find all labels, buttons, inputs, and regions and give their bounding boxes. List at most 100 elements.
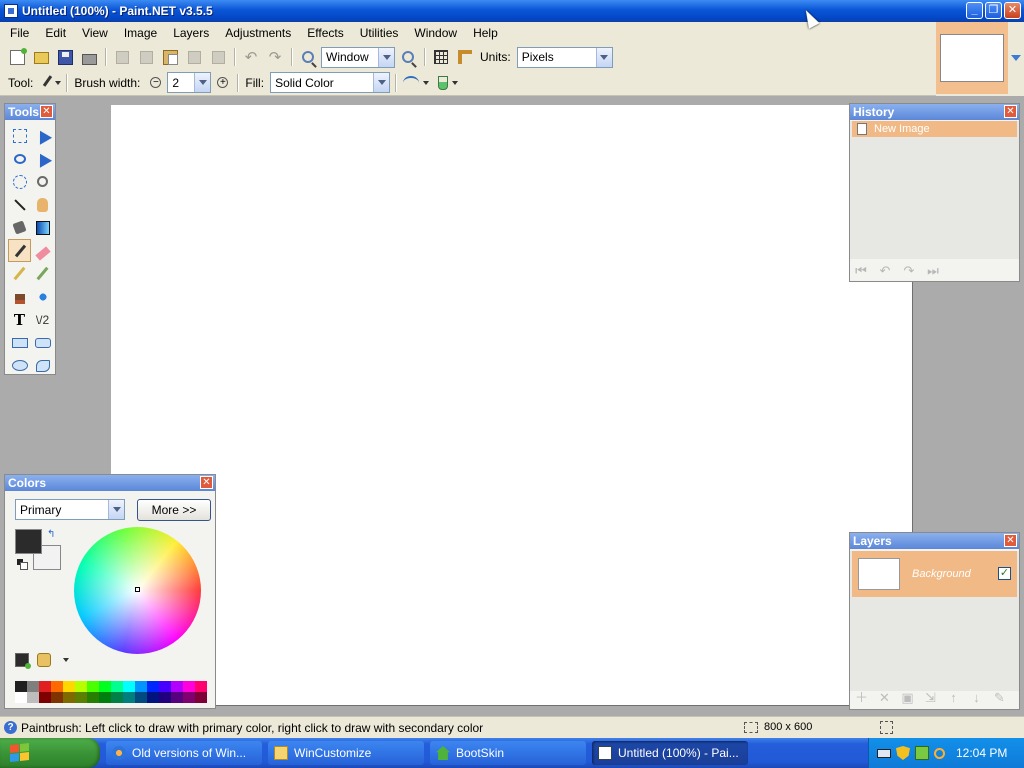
start-button[interactable]	[0, 738, 100, 768]
palette-color-swatch[interactable]	[87, 692, 99, 703]
copy-button[interactable]	[135, 46, 157, 68]
add-to-palette-icon[interactable]	[15, 653, 31, 669]
tool-recolor[interactable]	[31, 285, 54, 308]
palette-color-swatch[interactable]	[75, 692, 87, 703]
chevron-down-icon[interactable]	[194, 73, 211, 92]
tool-rect-select[interactable]	[8, 124, 31, 147]
chevron-down-icon[interactable]	[595, 47, 612, 67]
palette-menu-icon[interactable]	[37, 653, 51, 667]
grid-toggle[interactable]	[430, 46, 452, 68]
add-layer-icon[interactable]: ＋	[854, 690, 869, 705]
move-layer-down-icon[interactable]: ↓	[969, 690, 984, 705]
undo-button[interactable]: ↶	[240, 46, 262, 68]
palette-color-swatch[interactable]	[195, 681, 207, 692]
palette-color-swatch[interactable]	[171, 692, 183, 703]
tool-magic-wand[interactable]	[8, 193, 31, 216]
save-button[interactable]	[54, 46, 76, 68]
palette-color-swatch[interactable]	[135, 681, 147, 692]
duplicate-layer-icon[interactable]: ▣	[900, 690, 915, 705]
menu-image[interactable]: Image	[116, 23, 165, 43]
security-shield-icon[interactable]	[896, 746, 910, 760]
menu-file[interactable]: File	[2, 23, 37, 43]
network-icon[interactable]	[915, 746, 929, 760]
fill-combo[interactable]: Solid Color	[270, 72, 391, 93]
zoom-combo[interactable]: Window	[321, 46, 395, 68]
chevron-down-icon[interactable]	[373, 73, 390, 92]
history-panel-close-button[interactable]: ✕	[1004, 105, 1017, 118]
tool-move[interactable]	[31, 147, 54, 170]
tool-hand[interactable]	[31, 193, 54, 216]
color-wheel-marker[interactable]	[135, 587, 140, 592]
palette-color-swatch[interactable]	[99, 692, 111, 703]
tool-text[interactable]: T	[8, 308, 31, 331]
palette-color-swatch[interactable]	[159, 681, 171, 692]
open-button[interactable]	[30, 46, 52, 68]
image-list-dropdown-icon[interactable]	[1011, 55, 1021, 63]
tool-gradient[interactable]	[31, 216, 54, 239]
palette-color-swatch[interactable]	[111, 692, 123, 703]
palette-color-swatch[interactable]	[183, 681, 195, 692]
primary-color-swatch[interactable]	[15, 529, 42, 554]
close-button[interactable]: ✕	[1004, 2, 1021, 19]
tool-stamp[interactable]	[8, 285, 31, 308]
palette-color-swatch[interactable]	[183, 692, 195, 703]
increase-width-button[interactable]: +	[217, 77, 229, 88]
taskbar-item-wincustomize[interactable]: WinCustomize	[268, 741, 424, 765]
units-combo[interactable]: Pixels	[516, 46, 613, 68]
tool-move[interactable]	[31, 124, 54, 147]
palette-color-swatch[interactable]	[15, 681, 27, 692]
palette-color-swatch[interactable]	[51, 681, 63, 692]
layers-panel-header[interactable]: Layers ✕	[850, 533, 1019, 549]
rewind-icon[interactable]: ⏮	[854, 263, 868, 279]
fast-forward-icon[interactable]: ⏭	[926, 263, 940, 279]
tool-selector[interactable]	[39, 72, 62, 94]
move-layer-up-icon[interactable]: ↑	[946, 690, 961, 705]
tool-eraser[interactable]	[31, 239, 54, 262]
tool-ellipse-select[interactable]	[8, 170, 31, 193]
menu-adjustments[interactable]: Adjustments	[217, 23, 299, 43]
decrease-width-button[interactable]: −	[150, 77, 162, 88]
keyboard-icon[interactable]	[877, 748, 891, 758]
taskbar-item-paintnet[interactable]: Untitled (100%) - Pai...	[592, 741, 748, 765]
brush-width-combo[interactable]: 2	[167, 72, 212, 93]
history-panel-header[interactable]: History ✕	[850, 104, 1019, 120]
palette-color-swatch[interactable]	[39, 681, 51, 692]
tool-ellipse[interactable]	[8, 354, 31, 377]
tool-lasso[interactable]	[8, 147, 31, 170]
print-button[interactable]	[78, 46, 100, 68]
palette-color-swatch[interactable]	[123, 681, 135, 692]
drawing-canvas[interactable]	[111, 105, 912, 705]
chevron-down-icon[interactable]	[108, 500, 124, 519]
palette-color-swatch[interactable]	[111, 681, 123, 692]
paintnet-app-icon[interactable]	[4, 4, 18, 18]
taskbar-item-bootskin[interactable]: BootSkin	[430, 741, 586, 765]
menu-effects[interactable]: Effects	[299, 23, 351, 43]
palette-color-swatch[interactable]	[27, 681, 39, 692]
palette-color-swatch[interactable]	[123, 692, 135, 703]
palette-color-swatch[interactable]	[27, 692, 39, 703]
zoom-in-button[interactable]	[397, 46, 419, 68]
palette-color-swatch[interactable]	[195, 692, 207, 703]
palette-color-swatch[interactable]	[75, 681, 87, 692]
merge-layer-icon[interactable]: ⇲	[923, 690, 938, 705]
tool-rectangle[interactable]	[8, 331, 31, 354]
colors-panel-close-button[interactable]: ✕	[200, 476, 213, 489]
layers-panel-close-button[interactable]: ✕	[1004, 534, 1017, 547]
menu-layers[interactable]: Layers	[165, 23, 217, 43]
tool-rounded[interactable]	[31, 331, 54, 354]
palette-color-swatch[interactable]	[39, 692, 51, 703]
deselect-button[interactable]	[207, 46, 229, 68]
palette-color-swatch[interactable]	[159, 692, 171, 703]
tools-panel-close-button[interactable]: ✕	[40, 105, 53, 118]
zoom-out-button[interactable]	[297, 46, 319, 68]
layer-visibility-checkbox[interactable]: ✓	[998, 567, 1011, 580]
minimize-button[interactable]: _	[966, 2, 983, 19]
palette-color-swatch[interactable]	[63, 681, 75, 692]
palette-color-swatch[interactable]	[147, 681, 159, 692]
palette-color-swatch[interactable]	[147, 692, 159, 703]
history-item[interactable]: New Image	[852, 121, 1017, 137]
tool-pencil[interactable]	[8, 262, 31, 285]
swap-colors-icon[interactable]: ↰	[47, 529, 55, 540]
crop-button[interactable]	[183, 46, 205, 68]
image-tab-thumbnail[interactable]	[936, 22, 1008, 94]
